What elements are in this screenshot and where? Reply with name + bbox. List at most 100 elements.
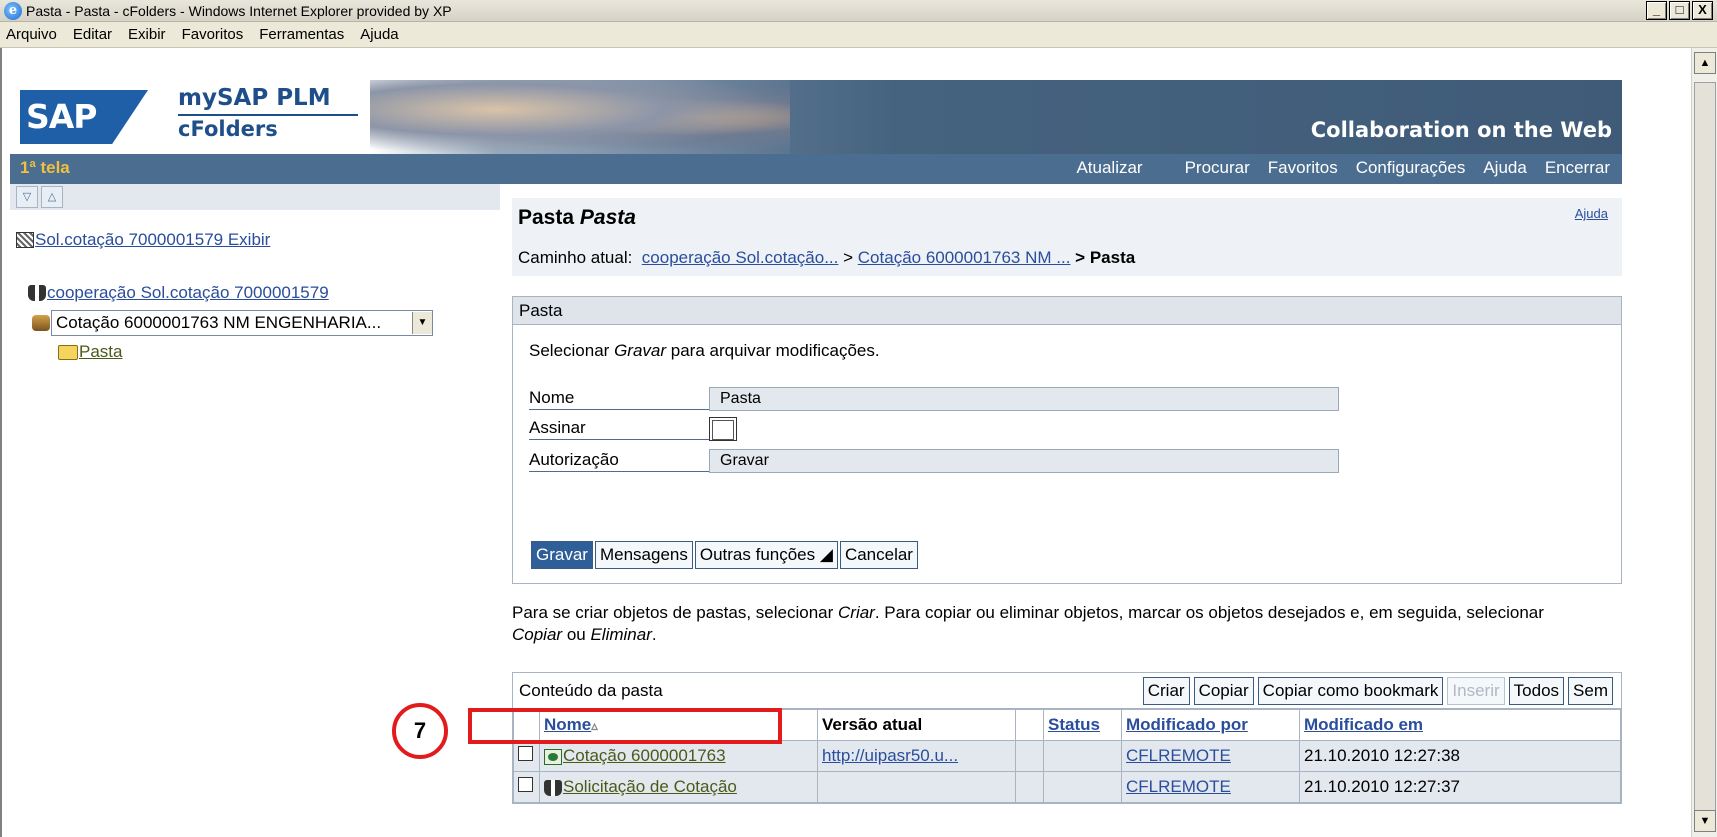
info2-text-2: . Para copiar ou eliminar objetos, marca… — [874, 603, 1544, 622]
menu-exibir[interactable]: Exibir — [128, 26, 166, 43]
row-modificado-por-link[interactable]: CFLREMOTE — [1126, 746, 1231, 765]
row-modificado-por-cell: CFLREMOTE — [1121, 740, 1300, 772]
tree-toolbar — [10, 184, 500, 210]
vertical-scrollbar[interactable]: ▲ ▼ — [1691, 48, 1717, 837]
logo-area: SAP mySAP PLM cFolders — [10, 80, 370, 154]
breadcrumb-current: > Pasta — [1075, 248, 1136, 267]
screen-title: 1ª tela — [20, 158, 70, 177]
folder-properties-panel: Pasta Selecionar Gravar para arquivar mo… — [512, 296, 1622, 584]
cancelar-button[interactable]: Cancelar — [839, 541, 918, 569]
info2-em-criar: Criar — [838, 603, 875, 622]
instr-em: Gravar — [614, 341, 667, 360]
tree-toolbar-buttons: ▽ △ — [16, 186, 63, 208]
row-nome-cell: Cotação 6000001763 — [539, 740, 818, 772]
nome-label: Nome — [529, 388, 709, 410]
cotacao-select[interactable]: Cotação 6000001763 NM ENGENHARIA... ▼ — [51, 310, 433, 336]
menu-ferramentas[interactable]: Ferramentas — [259, 26, 344, 43]
inserir-button: Inserir — [1447, 677, 1505, 705]
autorizacao-row: Autorização Gravar — [529, 449, 1339, 473]
table-actions: Criar Copiar Copiar como bookmark Inseri… — [1142, 677, 1613, 705]
col-modificado-por[interactable]: Modificado por — [1121, 709, 1300, 741]
row-nome-link[interactable]: Solicitação de Cotação — [563, 777, 737, 796]
row-modificado-em-cell: 21.10.2010 12:27:38 — [1299, 740, 1621, 772]
sem-button[interactable]: Sem — [1568, 677, 1613, 705]
criar-button[interactable]: Criar — [1142, 677, 1190, 705]
col-status[interactable]: Status — [1043, 709, 1122, 741]
col-modificado-em-label[interactable]: Modificado em — [1304, 715, 1423, 734]
display-icon — [16, 232, 34, 248]
menu-ajuda[interactable]: Ajuda — [360, 26, 398, 43]
table-title: Conteúdo da pasta — [519, 681, 663, 700]
tree-item-cotacao[interactable]: Cotação 6000001763 NM ENGENHARIA... ▼ — [32, 310, 433, 336]
col-modificado-em[interactable]: Modificado em — [1299, 709, 1621, 741]
row-modificado-por-link[interactable]: CFLREMOTE — [1126, 777, 1231, 796]
collapse-all-icon[interactable]: △ — [41, 186, 63, 208]
scroll-thumb[interactable] — [1694, 82, 1716, 822]
expand-all-icon[interactable]: ▽ — [16, 186, 38, 208]
menu-editar[interactable]: Editar — [73, 26, 112, 43]
breadcrumb-label: Caminho atual: — [518, 248, 633, 267]
info2-text-3: ou — [562, 625, 591, 644]
nav-procurar[interactable]: Procurar — [1185, 158, 1250, 178]
tree-item-solcotacao[interactable]: Sol.cotação 7000001579 Exibir — [16, 230, 270, 250]
row-checkbox[interactable] — [518, 746, 533, 761]
assinar-checkbox[interactable] — [709, 417, 737, 441]
outras-funcoes-button[interactable]: Outras funções ◢ — [694, 541, 838, 569]
nav-favoritos[interactable]: Favoritos — [1268, 158, 1338, 178]
row-checkbox[interactable] — [518, 777, 533, 792]
menu-favoritos[interactable]: Favoritos — [182, 26, 244, 43]
sap-logo: SAP — [20, 90, 148, 144]
info2-em-copiar: Copiar — [512, 625, 563, 644]
internet-explorer-icon: e — [4, 1, 22, 20]
tree-item-pasta-label[interactable]: Pasta — [79, 342, 122, 362]
col-modificado-por-label[interactable]: Modificado por — [1126, 715, 1248, 734]
maximize-button[interactable]: □ — [1669, 1, 1690, 20]
scroll-up-icon[interactable]: ▲ — [1694, 52, 1716, 74]
nav-encerrar[interactable]: Encerrar — [1545, 158, 1610, 178]
chevron-down-icon[interactable]: ▼ — [412, 312, 432, 334]
copiar-bookmark-button[interactable]: Copiar como bookmark — [1257, 677, 1444, 705]
assinar-row: Assinar — [529, 417, 737, 441]
scroll-down-icon[interactable]: ▼ — [1694, 810, 1716, 832]
col-empty — [1015, 709, 1044, 741]
row-modificado-em-cell: 21.10.2010 12:27:37 — [1299, 771, 1621, 803]
row-nome-cell: Solicitação de Cotação — [539, 771, 818, 803]
help-link[interactable]: Ajuda — [1575, 206, 1608, 221]
panel-actions: Gravar Mensagens Outras funções ◢ Cancel… — [531, 541, 918, 569]
close-button[interactable]: X — [1692, 1, 1713, 20]
info2-text-4: . — [651, 625, 657, 644]
window-titlebar: e Pasta - Pasta - cFolders - Windows Int… — [0, 0, 1717, 22]
todos-button[interactable]: Todos — [1508, 677, 1565, 705]
autorizacao-label: Autorização — [529, 450, 709, 472]
document-icon — [544, 748, 562, 765]
menu-arquivo[interactable]: Arquivo — [6, 26, 57, 43]
nav-links: Atualizar Procurar Favoritos Configuraçõ… — [1058, 158, 1610, 178]
row-empty-cell — [1015, 740, 1044, 772]
gravar-button[interactable]: Gravar — [531, 541, 593, 569]
cotacao-select-value: Cotação 6000001763 NM ENGENHARIA... — [56, 313, 382, 332]
nav-ajuda[interactable]: Ajuda — [1483, 158, 1526, 178]
row-modificado-por-cell: CFLREMOTE — [1121, 771, 1300, 803]
col-status-label[interactable]: Status — [1048, 715, 1100, 734]
breadcrumb-cooperacao[interactable]: cooperação Sol.cotação... — [642, 248, 839, 267]
instr-text-1: Selecionar — [529, 341, 615, 360]
highlight-box — [468, 708, 782, 744]
nav-atualizar[interactable]: Atualizar — [1076, 158, 1142, 178]
tree-item-cooperacao-label[interactable]: cooperação Sol.cotação 7000001579 — [47, 283, 329, 303]
tree-item-cooperacao[interactable]: cooperação Sol.cotação 7000001579 — [28, 283, 329, 303]
panel-title: Pasta — [513, 297, 1621, 325]
tree-item-solcotacao-label[interactable]: Sol.cotação 7000001579 Exibir — [35, 230, 270, 250]
nome-field: Pasta — [709, 387, 1339, 411]
window-controls: _ □ X — [1646, 1, 1713, 20]
row-nome-link[interactable]: Cotação 6000001763 — [563, 746, 726, 765]
row-select-cell — [513, 771, 540, 803]
mensagens-button[interactable]: Mensagens — [594, 541, 693, 569]
copiar-button[interactable]: Copiar — [1193, 677, 1254, 705]
minimize-button[interactable]: _ — [1646, 1, 1667, 20]
table-row: Solicitação de Cotação CFLREMOTE 21.10.2… — [513, 771, 1621, 803]
page-title: Pasta Pasta — [518, 206, 636, 230]
tree-item-pasta[interactable]: Pasta — [58, 342, 122, 362]
nav-configuracoes[interactable]: Configurações — [1356, 158, 1466, 178]
row-versao-link[interactable]: http://uipasr50.u... — [822, 746, 958, 765]
breadcrumb-cotacao[interactable]: Cotação 6000001763 NM ... — [858, 248, 1071, 267]
